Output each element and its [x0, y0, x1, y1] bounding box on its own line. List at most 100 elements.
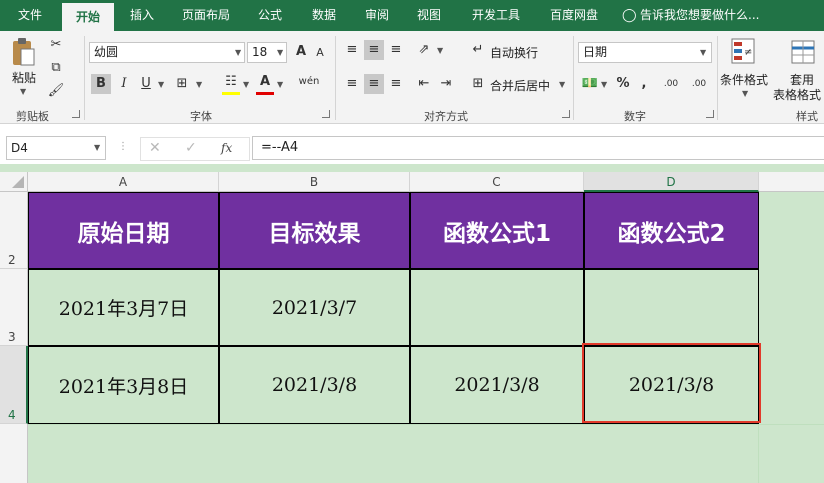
tab-formulas[interactable]: 公式: [248, 0, 292, 31]
font-size-dropdown-icon[interactable]: ▼: [277, 48, 283, 57]
row-header-2[interactable]: 2: [0, 192, 28, 269]
column-header-b[interactable]: B: [219, 172, 410, 192]
formula-buttons: ✕ ✓ fx: [140, 137, 250, 161]
copy-icon[interactable]: ⧉: [46, 58, 66, 78]
align-right-icon[interactable]: ≡: [386, 74, 406, 94]
insert-function-icon[interactable]: fx: [221, 141, 232, 155]
column-header-e[interactable]: [759, 172, 824, 192]
column-header-a[interactable]: A: [28, 172, 219, 192]
conditional-format-button[interactable]: 条件格式: [720, 71, 768, 88]
number-format-select[interactable]: 日期: [578, 42, 712, 63]
paste-dropdown-icon[interactable]: ▼: [20, 87, 26, 96]
row-header-3[interactable]: 3: [0, 269, 28, 346]
align-middle-icon[interactable]: ≡: [364, 40, 384, 60]
format-painter-icon[interactable]: 🖌: [46, 81, 66, 101]
cell-b2[interactable]: 目标效果: [220, 193, 409, 268]
underline-dropdown-icon[interactable]: ▼: [158, 80, 164, 89]
tab-insert[interactable]: 插入: [118, 0, 166, 31]
merge-center-button[interactable]: 合并后居中: [490, 77, 550, 94]
column-header-d[interactable]: D: [584, 172, 759, 192]
tab-data[interactable]: 数据: [300, 0, 348, 31]
font-color-icon[interactable]: A: [256, 72, 274, 95]
decrease-indent-icon[interactable]: ⇤: [414, 74, 434, 94]
percent-style-button[interactable]: %: [614, 74, 632, 94]
ribbon-tab-bar: 文件 开始 插入 页面布局 公式 数据 审阅 视图 开发工具 百度网盘 ◯ 告诉…: [0, 0, 824, 31]
conditional-format-icon[interactable]: ≠: [730, 37, 758, 67]
italic-button[interactable]: I: [115, 74, 133, 94]
borders-dropdown-icon[interactable]: ▼: [196, 80, 202, 89]
tab-baidu-netdisk[interactable]: 百度网盘: [540, 0, 608, 31]
cell-a4[interactable]: 2021年3月8日: [29, 347, 218, 423]
enter-icon[interactable]: ✓: [185, 140, 197, 156]
align-left-icon[interactable]: ≡: [342, 74, 362, 94]
font-launcher-icon[interactable]: [322, 110, 330, 118]
fill-color-icon[interactable]: ☷: [222, 72, 240, 95]
format-as-table-icon[interactable]: [790, 37, 818, 67]
comma-style-button[interactable]: ,: [636, 74, 652, 94]
formula-input[interactable]: =--A4: [252, 136, 824, 160]
row-header-4[interactable]: 4: [0, 346, 28, 424]
cancel-icon[interactable]: ✕: [149, 140, 161, 156]
fill-color-dropdown-icon[interactable]: ▼: [243, 80, 249, 89]
bold-button[interactable]: B: [91, 74, 111, 94]
styles-group-label: 样式: [796, 110, 818, 123]
cell-d3[interactable]: [585, 270, 758, 345]
font-color-dropdown-icon[interactable]: ▼: [277, 80, 283, 89]
orientation-icon[interactable]: ⇗: [414, 40, 434, 60]
orientation-dropdown-icon[interactable]: ▼: [437, 46, 443, 55]
tab-file[interactable]: 文件: [6, 0, 54, 31]
tell-me-search[interactable]: 告诉我您想要做什么...: [640, 0, 820, 31]
cell-c2[interactable]: 函数公式1: [411, 193, 583, 268]
shrink-font-icon[interactable]: A: [312, 43, 328, 63]
cut-icon[interactable]: ✂: [46, 35, 66, 55]
clipboard-icon: [13, 38, 35, 66]
cell-a3[interactable]: 2021年3月7日: [29, 270, 218, 345]
gridline: [28, 424, 824, 425]
cell-b4[interactable]: 2021/3/8: [220, 347, 409, 423]
tab-review[interactable]: 审阅: [354, 0, 400, 31]
tab-home[interactable]: 开始: [62, 3, 114, 31]
number-format-dropdown-icon[interactable]: ▼: [700, 48, 706, 57]
cell-a2[interactable]: 原始日期: [29, 193, 218, 268]
align-bottom-icon[interactable]: ≡: [386, 40, 406, 60]
select-all-corner[interactable]: [0, 172, 28, 192]
accounting-dropdown-icon[interactable]: ▼: [601, 80, 607, 89]
cell-b3[interactable]: 2021/3/7: [220, 270, 409, 345]
cell-d2[interactable]: 函数公式2: [585, 193, 758, 268]
align-center-icon[interactable]: ≡: [364, 74, 384, 94]
tab-page-layout[interactable]: 页面布局: [174, 0, 238, 31]
wrap-text-icon[interactable]: ↵: [470, 40, 486, 60]
increase-decimal-icon[interactable]: .00: [660, 74, 682, 94]
accounting-format-icon[interactable]: 💵: [580, 74, 600, 94]
alignment-group-label: 对齐方式: [424, 110, 468, 123]
row-header-5[interactable]: [0, 424, 28, 483]
group-divider: [335, 36, 336, 120]
decrease-decimal-icon[interactable]: .00: [688, 74, 710, 94]
borders-icon[interactable]: ⊞: [172, 74, 192, 94]
increase-indent-icon[interactable]: ⇥: [436, 74, 456, 94]
more-options-icon: ⋮: [118, 141, 128, 152]
name-box[interactable]: D4: [6, 136, 106, 160]
name-box-dropdown-icon[interactable]: ▼: [94, 143, 100, 152]
wrap-text-button[interactable]: 自动换行: [490, 44, 538, 61]
phonetic-guide-icon[interactable]: wén: [296, 72, 322, 92]
column-header-c[interactable]: C: [410, 172, 584, 192]
align-top-icon[interactable]: ≡: [342, 40, 362, 60]
format-as-table-line2[interactable]: 表格格式: [773, 86, 821, 103]
font-name-select[interactable]: 幼圆: [89, 42, 245, 63]
cell-c4[interactable]: 2021/3/8: [411, 347, 583, 423]
tab-developer[interactable]: 开发工具: [460, 0, 532, 31]
conditional-format-dropdown-icon[interactable]: ▼: [742, 89, 748, 98]
clipboard-launcher-icon[interactable]: [72, 110, 80, 118]
tab-view[interactable]: 视图: [406, 0, 452, 31]
font-name-dropdown-icon[interactable]: ▼: [235, 48, 241, 57]
merge-center-icon[interactable]: ⊞: [470, 74, 486, 94]
underline-button[interactable]: U: [137, 74, 155, 94]
grow-font-icon[interactable]: A: [292, 42, 310, 62]
alignment-launcher-icon[interactable]: [562, 110, 570, 118]
paste-button[interactable]: [10, 37, 36, 67]
paste-label[interactable]: 粘贴: [12, 69, 36, 86]
cell-c3[interactable]: [411, 270, 583, 345]
merge-dropdown-icon[interactable]: ▼: [559, 80, 565, 89]
number-launcher-icon[interactable]: [706, 110, 714, 118]
